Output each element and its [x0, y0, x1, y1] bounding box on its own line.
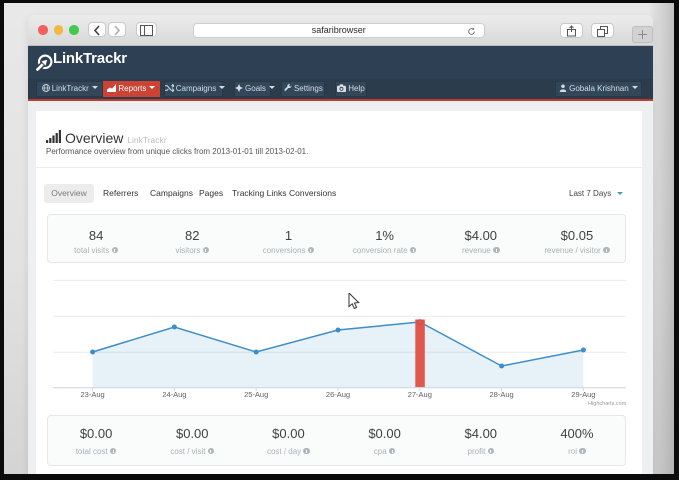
svg-text:24-Aug: 24-Aug — [162, 390, 186, 399]
svg-text:27-Aug: 27-Aug — [408, 390, 432, 399]
svg-text:28-Aug: 28-Aug — [490, 390, 514, 399]
svg-text:26-Aug: 26-Aug — [326, 390, 350, 399]
svg-text:23-Aug: 23-Aug — [81, 390, 105, 399]
svg-text:Highcharts.com: Highcharts.com — [588, 401, 627, 407]
svg-text:29-Aug: 29-Aug — [571, 390, 595, 399]
svg-text:25-Aug: 25-Aug — [244, 390, 268, 399]
